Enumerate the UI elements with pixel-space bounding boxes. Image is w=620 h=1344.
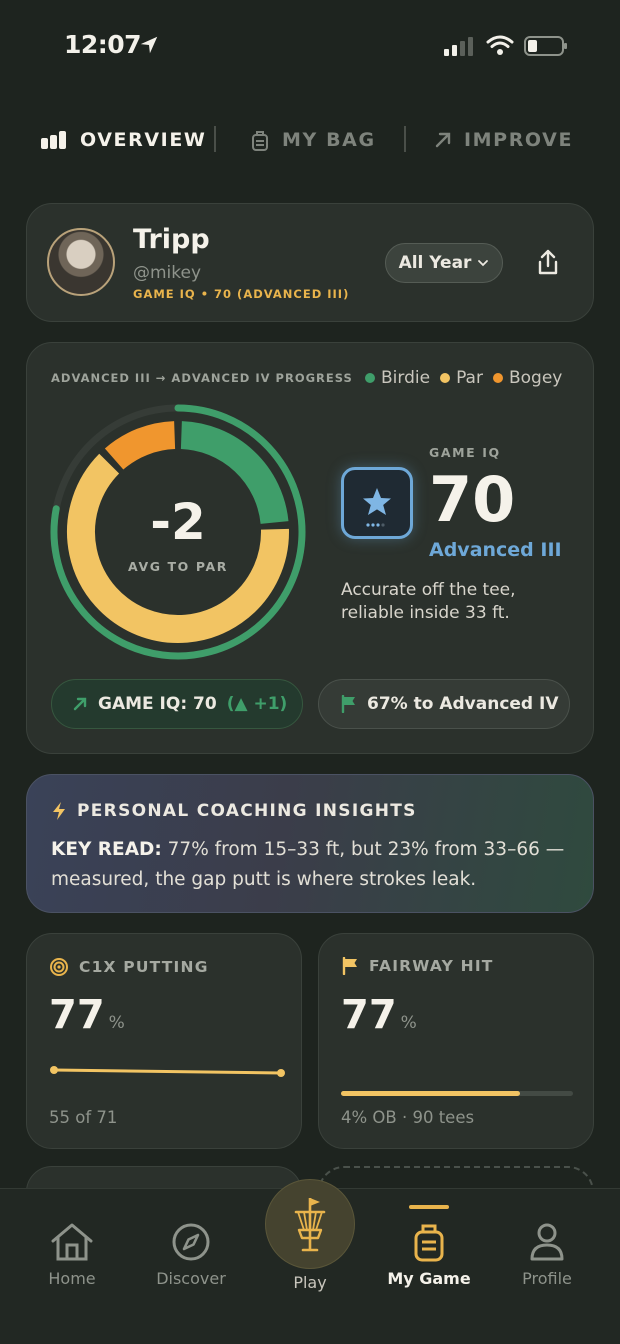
putting-stat-card[interactable]: C1X PUTTING 77% 55 of 71: [26, 933, 302, 1149]
tab-divider: [214, 126, 216, 152]
fairway-value: 77%: [341, 992, 417, 1038]
bag-icon: [252, 131, 268, 151]
fairway-stat-card[interactable]: FAIRWAY HIT 77% 4% OB · 90 tees: [318, 933, 594, 1149]
compass-icon: [172, 1223, 210, 1261]
fairway-progress-bar: [341, 1091, 573, 1096]
nav-play-label: Play: [293, 1273, 327, 1292]
top-tabs: OVERVIEW MY BAG IMPROVE: [0, 122, 620, 162]
play-button[interactable]: [265, 1179, 355, 1269]
location-arrow-icon: [140, 36, 158, 54]
target-icon: [50, 958, 68, 976]
chevron-down-icon: [478, 260, 489, 267]
putting-trend-line: [50, 1066, 285, 1077]
avg-to-par-label: AVG TO PAR: [128, 559, 228, 574]
nav-my-game[interactable]: My Game: [379, 1219, 479, 1288]
tab-overview[interactable]: OVERVIEW: [40, 122, 206, 158]
coaching-body: KEY READ: 77% from 15–33 ft, but 23% fro…: [51, 835, 581, 895]
person-icon: [530, 1223, 564, 1261]
tier-badge: [341, 467, 413, 539]
bar-chart-icon: [41, 131, 66, 149]
progress-card: ADVANCED III → ADVANCED IV PROGRESS Bird…: [26, 342, 594, 754]
legend-item-bogey: Bogey: [492, 368, 562, 388]
coaching-insights-card[interactable]: PERSONAL COACHING INSIGHTS KEY READ: 77%…: [26, 774, 594, 913]
disc-basket-icon: [294, 1198, 326, 1252]
fairway-footer: 4% OB · 90 tees: [341, 1108, 475, 1127]
battery-icon: [524, 36, 567, 56]
tab-improve[interactable]: IMPROVE: [434, 122, 573, 158]
period-dropdown[interactable]: All Year: [385, 243, 503, 283]
putting-trend-point: [50, 1066, 58, 1074]
profile-name: Tripp: [133, 224, 210, 255]
legend-item-par: Par: [440, 368, 483, 388]
game-iq-delta: (▲ +1): [226, 694, 288, 714]
key-read-label: KEY READ:: [51, 839, 162, 860]
wifi-icon: [486, 35, 514, 55]
tab-my-bag[interactable]: MY BAG: [250, 122, 376, 158]
nav-discover[interactable]: Discover: [141, 1219, 241, 1288]
putting-trend-point: [277, 1069, 285, 1077]
donut-segment-bogey: [104, 421, 176, 470]
nav-home-label: Home: [48, 1269, 96, 1288]
share-icon[interactable]: [533, 248, 563, 278]
signal-icon: [444, 37, 473, 56]
nav-active-indicator: [409, 1205, 449, 1209]
coaching-title: PERSONAL COACHING INSIGHTS: [51, 801, 417, 821]
profile-handle: @mikey: [133, 263, 202, 283]
next-tier-label: 67% to Advanced IV: [367, 694, 559, 714]
fairway-progress-fill: [341, 1091, 520, 1096]
tab-improve-label: IMPROVE: [464, 129, 574, 151]
bag-icon: [414, 1224, 444, 1262]
next-tier-pill[interactable]: 67% to Advanced IV: [318, 679, 570, 729]
avg-to-par-value: -2: [150, 493, 206, 551]
lightning-icon: [53, 802, 65, 820]
tier-name: Advanced III: [429, 539, 562, 561]
tab-my-bag-label: MY BAG: [282, 129, 376, 151]
profile-card: Tripp @mikey GAME IQ • 70 (ADVANCED III)…: [26, 203, 594, 322]
putting-title: C1X PUTTING: [49, 957, 209, 977]
game-iq-value: 70: [429, 463, 516, 536]
fairway-title: FAIRWAY HIT: [341, 957, 494, 975]
tier-description: Accurate off the tee, reliable inside 33…: [341, 580, 516, 623]
bottom-nav: Home Discover Play My Game Profile: [0, 1179, 620, 1344]
nav-profile[interactable]: Profile: [497, 1219, 597, 1288]
profile-game-iq: GAME IQ • 70 (ADVANCED III): [133, 287, 350, 301]
tab-overview-label: OVERVIEW: [80, 129, 207, 151]
game-iq-pill[interactable]: GAME IQ: 70 (▲ +1): [51, 679, 303, 729]
tab-divider: [404, 126, 406, 152]
status-bar: 12:07: [0, 0, 620, 92]
nav-my-game-label: My Game: [387, 1269, 471, 1288]
nav-profile-label: Profile: [522, 1269, 572, 1288]
nav-home[interactable]: Home: [22, 1219, 122, 1288]
putting-trend-segment: [53, 1068, 282, 1075]
flag-icon: [341, 695, 355, 713]
putting-value: 77%: [49, 992, 125, 1038]
star-icon: [363, 488, 391, 527]
status-time: 12:07: [64, 30, 142, 59]
game-iq-label: GAME IQ: [429, 445, 501, 460]
avatar[interactable]: [47, 228, 115, 296]
home-icon: [51, 1223, 93, 1261]
flag-icon: [342, 957, 357, 975]
period-label: All Year: [398, 253, 472, 273]
game-iq-pill-label: GAME IQ: 70: [98, 694, 217, 714]
progress-title: ADVANCED III → ADVANCED IV PROGRESS: [51, 371, 353, 385]
arrow-up-right-icon: [435, 132, 451, 148]
legend-item-birdie: Birdie: [365, 368, 430, 388]
nav-discover-label: Discover: [156, 1269, 226, 1288]
putting-footer: 55 of 71: [49, 1108, 118, 1127]
trend-up-icon: [73, 697, 87, 711]
chart-legend: Birdie Par Bogey: [365, 368, 562, 388]
